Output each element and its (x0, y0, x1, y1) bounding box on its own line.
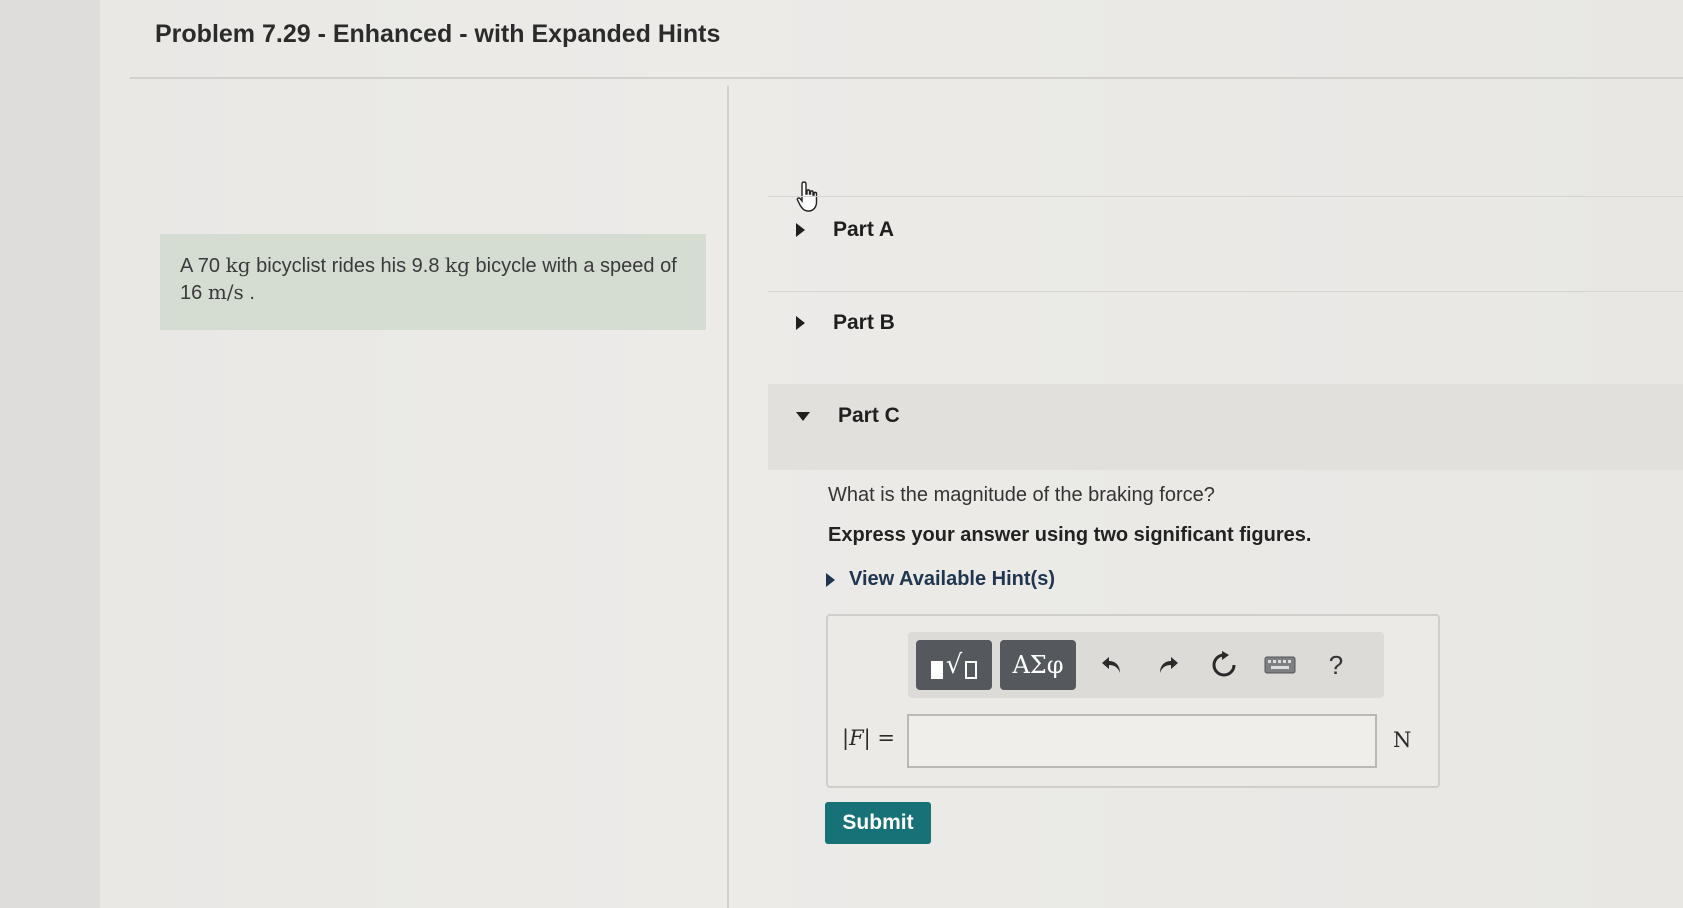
expand-triangle-icon (826, 572, 835, 587)
question-text: What is the magnitude of the braking for… (828, 484, 1215, 506)
answer-unit: N (1393, 728, 1412, 752)
help-button[interactable]: ? (1308, 640, 1364, 690)
answer-input[interactable] (907, 714, 1377, 768)
expand-triangle-icon (796, 316, 805, 330)
hand-cursor-icon (796, 181, 818, 212)
view-hints-label: View Available Hint(s) (849, 568, 1055, 590)
part-b-header[interactable]: Part B (796, 311, 895, 335)
force-variable: F (849, 726, 864, 750)
templates-icon: √ (930, 651, 978, 679)
column-divider (727, 86, 729, 908)
part-c-label: Part C (838, 404, 900, 427)
page: Problem 7.29 - Enhanced - with Expanded … (0, 0, 1683, 908)
statement-text-4: . (243, 282, 255, 304)
problem-statement: A 70 kg bicyclist rides his 9.8 kg bicyc… (160, 234, 706, 330)
part-divider (768, 196, 1683, 197)
templates-button[interactable]: √ (916, 640, 992, 690)
answer-label: |F| = (842, 726, 895, 750)
redo-icon (1160, 657, 1178, 673)
part-a-label: Part A (833, 218, 895, 241)
view-hints-link[interactable]: View Available Hint(s) (826, 568, 1055, 591)
statement-text-1: A 70 (180, 255, 226, 277)
statement-unit-speed: m/s (207, 280, 244, 304)
redo-button[interactable] (1140, 640, 1196, 690)
statement-text-2: bicyclist rides his 9.8 (250, 255, 446, 277)
reset-button[interactable] (1196, 640, 1252, 690)
title-divider (130, 77, 1683, 79)
instruction-text: Express your answer using two significan… (828, 524, 1312, 546)
left-margin (0, 0, 100, 908)
part-c-header-band (768, 384, 1683, 470)
submit-button[interactable]: Submit (825, 802, 931, 844)
math-toolbar: √ ΑΣφ ? (908, 632, 1384, 698)
abs-bar-right-equals: | = (863, 726, 896, 750)
part-divider (768, 291, 1683, 292)
part-b-label: Part B (833, 311, 895, 334)
statement-unit-kg-2: kg (445, 253, 470, 277)
keyboard-icon (1264, 656, 1296, 674)
symbols-button[interactable]: ΑΣφ (1000, 640, 1076, 690)
undo-icon (1102, 657, 1120, 673)
reset-icon (1212, 651, 1236, 677)
collapse-triangle-icon (796, 411, 810, 421)
expand-triangle-icon (796, 223, 805, 237)
undo-button[interactable] (1084, 640, 1140, 690)
statement-unit-kg: kg (225, 253, 251, 277)
page-title: Problem 7.29 - Enhanced - with Expanded … (155, 20, 721, 48)
keyboard-button[interactable] (1252, 640, 1308, 690)
part-a-header[interactable]: Part A (796, 218, 894, 242)
part-c-header[interactable]: Part C (796, 404, 900, 428)
